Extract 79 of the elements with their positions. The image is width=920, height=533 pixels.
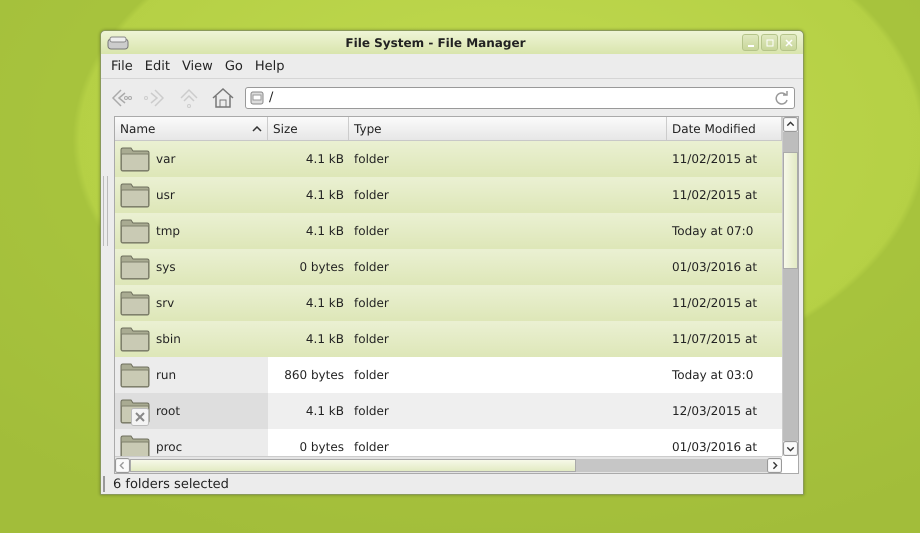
folder-icon: [120, 362, 150, 388]
file-row[interactable]: srv 4.1 kB folder 11/02/2015 at: [115, 285, 782, 321]
close-button[interactable]: [780, 34, 797, 51]
file-size: 4.1 kB: [306, 332, 344, 346]
scroll-right-icon[interactable]: [767, 458, 782, 472]
file-size: 4.1 kB: [306, 152, 344, 166]
maximize-icon: [764, 38, 774, 48]
minimize-button[interactable]: [742, 34, 759, 51]
date-modified: 01/03/2016 at: [672, 260, 758, 274]
file-type: folder: [354, 260, 389, 274]
column-header[interactable]: Size: [268, 117, 349, 140]
folder-icon: [120, 218, 150, 244]
date-modified: 11/02/2015 at: [672, 296, 758, 310]
file-type: folder: [354, 404, 389, 418]
folder-icon: [120, 182, 150, 208]
folder-icon: [120, 434, 150, 456]
file-name: var: [156, 152, 176, 166]
file-name: root: [156, 404, 180, 418]
file-type: folder: [354, 224, 389, 238]
window-title: File System - File Manager: [344, 36, 527, 50]
close-icon: [784, 38, 794, 48]
file-size: 4.1 kB: [306, 224, 344, 238]
file-name: run: [156, 368, 176, 382]
file-type: folder: [354, 296, 389, 310]
file-name: srv: [156, 296, 174, 310]
menu-item[interactable]: View: [176, 58, 219, 74]
location-field[interactable]: /: [245, 86, 795, 108]
file-row[interactable]: root 4.1 kB folder 12/03/2015 at: [115, 393, 782, 429]
scroll-left-icon[interactable]: [115, 458, 130, 472]
file-size: 4.1 kB: [306, 188, 344, 202]
file-size: 4.1 kB: [306, 296, 344, 310]
file-name: proc: [156, 440, 182, 454]
column-header[interactable]: Name: [115, 117, 268, 140]
file-name: sys: [156, 260, 176, 274]
file-name: sbin: [156, 332, 181, 346]
file-type: folder: [354, 332, 389, 346]
date-modified: 12/03/2015 at: [672, 404, 758, 418]
folder-icon: [120, 326, 150, 352]
status-text: 6 folders selected: [113, 476, 229, 492]
folder-icon: [120, 254, 150, 280]
file-size: 860 bytes: [284, 368, 344, 382]
vertical-scrollbar[interactable]: [782, 117, 798, 456]
file-type: folder: [354, 152, 389, 166]
file-type: folder: [354, 188, 389, 202]
date-modified: Today at 03:0: [672, 368, 754, 382]
file-size: 0 bytes: [299, 260, 344, 274]
minimize-icon: [748, 44, 754, 46]
column-header[interactable]: Type: [349, 117, 667, 140]
file-type: folder: [354, 368, 389, 382]
sort-ascending-icon: [252, 126, 262, 132]
menu-item[interactable]: Go: [218, 58, 249, 74]
drive-icon: [107, 36, 129, 50]
file-row[interactable]: var 4.1 kB folder 11/02/2015 at: [115, 141, 782, 177]
menu-item[interactable]: File: [105, 58, 139, 74]
drive-icon: [250, 90, 264, 104]
date-modified: Today at 07:0: [672, 224, 754, 238]
date-modified: 11/02/2015 at: [672, 152, 758, 166]
reload-icon[interactable]: [774, 90, 790, 106]
home-icon[interactable]: [211, 86, 235, 110]
file-row[interactable]: usr 4.1 kB folder 11/02/2015 at: [115, 177, 782, 213]
file-type: folder: [354, 440, 389, 454]
file-row[interactable]: sbin 4.1 kB folder 11/07/2015 at: [115, 321, 782, 357]
folder-icon: [120, 146, 150, 172]
file-name: usr: [156, 188, 175, 202]
scroll-up-icon[interactable]: [783, 117, 798, 132]
menu-item[interactable]: Help: [248, 58, 290, 74]
file-row[interactable]: sys 0 bytes folder 01/03/2016 at: [115, 249, 782, 285]
file-size: 0 bytes: [299, 440, 344, 454]
file-size: 4.1 kB: [306, 404, 344, 418]
menu-item[interactable]: Edit: [138, 58, 176, 74]
date-modified: 11/02/2015 at: [672, 188, 758, 202]
horizontal-scrollbar[interactable]: [115, 456, 782, 473]
date-modified: 01/03/2016 at: [672, 440, 758, 454]
date-modified: 11/07/2015 at: [672, 332, 758, 346]
folder-icon: [120, 290, 150, 316]
maximize-button[interactable]: [761, 34, 778, 51]
file-row[interactable]: tmp 4.1 kB folder Today at 07:0: [115, 213, 782, 249]
scroll-down-icon[interactable]: [783, 441, 798, 456]
file-name: tmp: [156, 224, 180, 238]
